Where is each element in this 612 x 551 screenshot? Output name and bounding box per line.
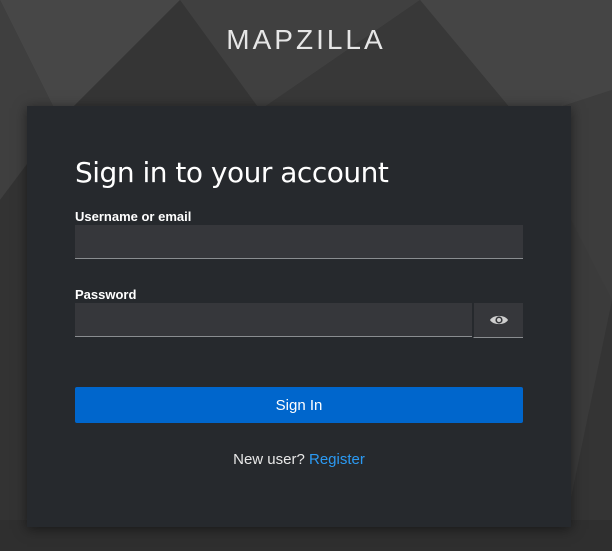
register-link[interactable]: Register	[309, 451, 365, 468]
password-label: Password	[75, 287, 137, 302]
username-input[interactable]	[75, 225, 523, 259]
password-input[interactable]	[75, 303, 472, 337]
login-card: Sign in to your account Username or emai…	[27, 106, 571, 527]
page-title: Sign in to your account	[75, 156, 389, 189]
register-prompt: New user? Register	[27, 451, 571, 468]
eye-icon	[489, 315, 508, 325]
username-label: Username or email	[75, 209, 192, 224]
sign-in-button[interactable]: Sign In	[75, 387, 523, 423]
brand-logo: MAPZILLA	[226, 24, 386, 55]
new-user-text: New user?	[233, 451, 305, 468]
show-password-button[interactable]	[473, 303, 523, 338]
